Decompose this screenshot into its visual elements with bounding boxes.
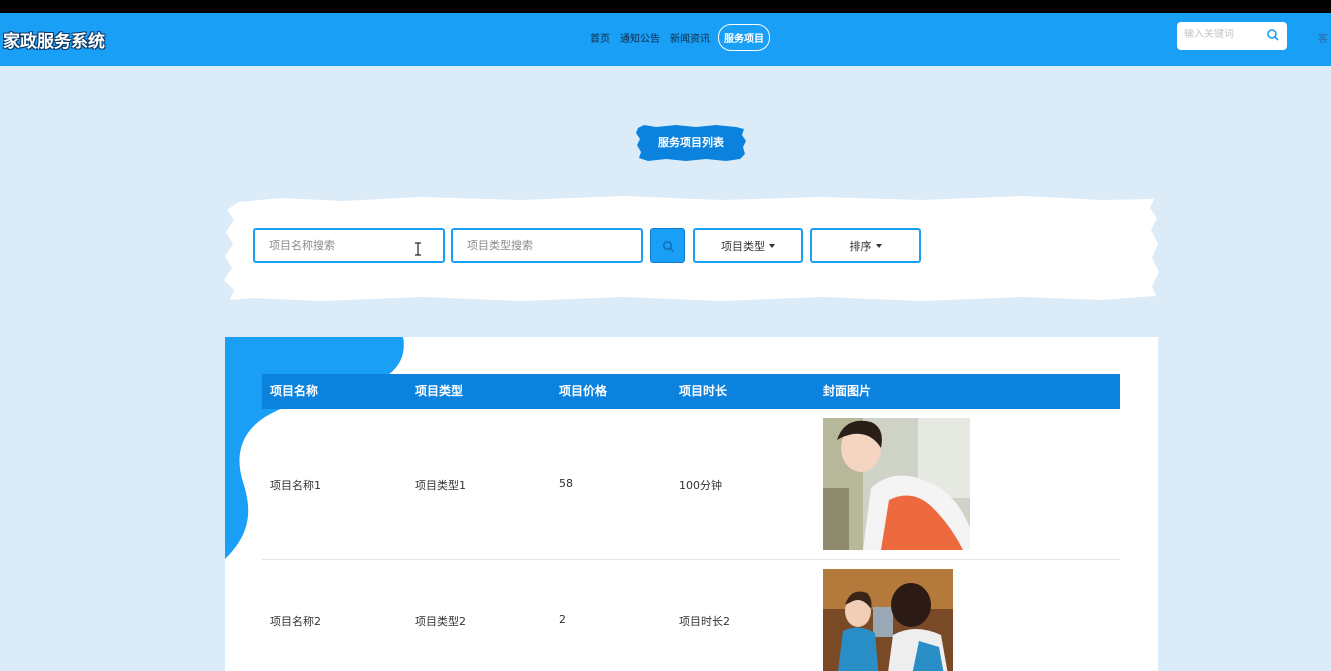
main-nav: 首页 通知公告 新闻资讯 服务项目 [590,23,780,51]
nav-home[interactable]: 首页 [590,26,610,49]
column-header: 项目类型 [415,384,464,398]
cell-duration: 100分钟 [679,479,722,492]
cell-price: 58 [559,477,573,490]
nav-customer-link[interactable]: 客 [1318,30,1328,45]
cover-image[interactable] [823,418,970,550]
type-dropdown[interactable]: 项目类型 [693,228,803,263]
nav-notices[interactable]: 通知公告 [620,26,660,49]
header-search-box [1177,22,1287,50]
type-search-input[interactable] [453,230,641,261]
table-header: 项目名称 项目类型 项目价格 项目时长 封面图片 [262,374,1120,409]
type-search-field [451,228,643,263]
column-header: 封面图片 [823,384,872,398]
top-navbar: 家政服务系统 首页 通知公告 新闻资讯 服务项目 客 [0,13,1331,66]
header-search-input[interactable] [1184,29,1262,40]
column-header: 项目时长 [679,384,728,398]
caret-down-icon [875,243,882,248]
cell-name: 项目名称2 [270,615,321,628]
cell-name: 项目名称1 [270,479,321,492]
site-brand[interactable]: 家政服务系统 [3,27,105,52]
type-dropdown-label: 项目类型 [721,239,765,253]
sort-dropdown[interactable]: 排序 [810,228,921,263]
cell-type: 项目类型1 [415,479,466,492]
page-title: 服务项目列表 [658,136,724,149]
window-top-bar [0,0,1331,13]
cell-price: 2 [559,613,566,626]
search-icon [662,240,675,253]
service-staff-photo [823,569,953,671]
service-list-card: 项目名称 项目类型 项目价格 项目时长 封面图片 项目名称1 项目类型1 58 … [225,337,1158,671]
search-button[interactable] [650,228,685,263]
sort-dropdown-label: 排序 [849,239,872,253]
column-header: 项目价格 [559,384,608,398]
table-row[interactable]: 项目名称2 项目类型2 2 项目时长2 [262,560,1120,671]
filter-panel: 项目类型 排序 [222,196,1162,302]
caret-down-icon [769,243,775,248]
table-row[interactable]: 项目名称1 项目类型1 58 100分钟 [262,409,1120,560]
page-title-banner: 服务项目列表 [636,125,746,161]
cell-duration: 项目时长2 [679,615,730,628]
cleaner-photo [823,418,970,550]
nav-services[interactable]: 服务项目 [718,23,770,51]
cell-type: 项目类型2 [415,615,466,628]
cover-image[interactable] [823,569,953,671]
column-header: 项目名称 [270,384,319,398]
text-cursor-icon [415,242,421,256]
search-icon[interactable] [1266,28,1280,42]
nav-news[interactable]: 新闻资讯 [670,26,710,49]
